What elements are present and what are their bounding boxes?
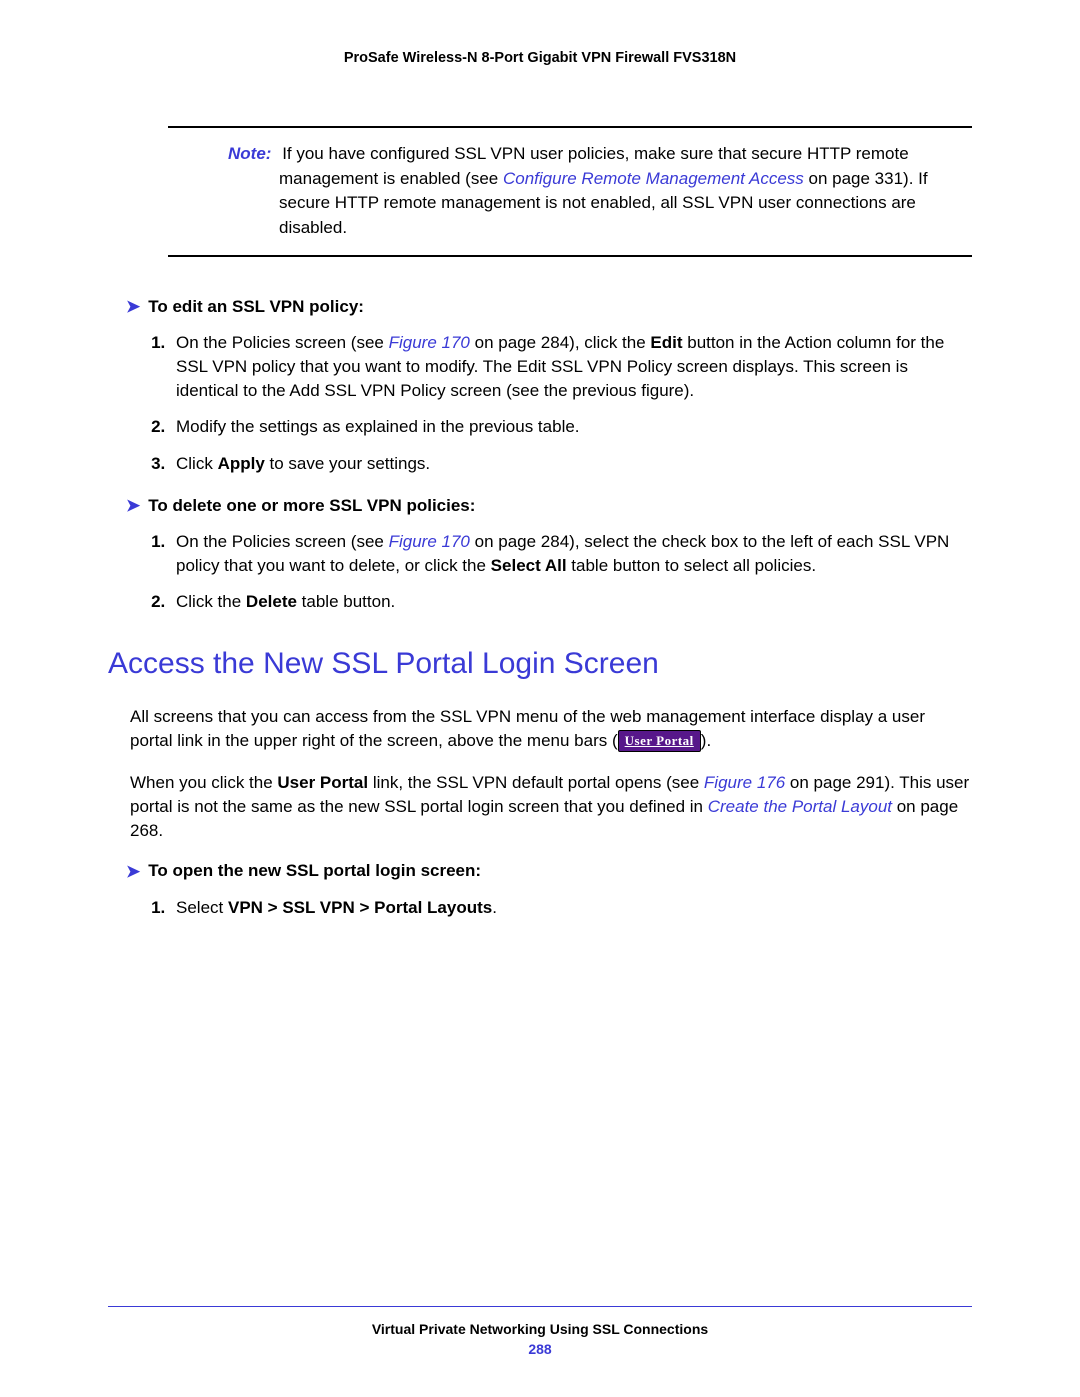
note-label: Note: bbox=[224, 144, 277, 163]
procedure-heading-edit-text: To edit an SSL VPN policy: bbox=[148, 297, 364, 316]
link-figure-170-b[interactable]: Figure 170 bbox=[389, 532, 470, 551]
link-configure-remote-management[interactable]: Configure Remote Management Access bbox=[503, 169, 804, 188]
arrow-icon: ➤ bbox=[126, 297, 148, 317]
paragraph-1: All screens that you can access from the… bbox=[130, 705, 972, 753]
steps-delete: On the Policies screen (see Figure 170 o… bbox=[170, 530, 972, 614]
paragraph-2: When you click the User Portal link, the… bbox=[130, 771, 972, 843]
link-create-portal-layout[interactable]: Create the Portal Layout bbox=[708, 797, 892, 816]
link-figure-176[interactable]: Figure 176 bbox=[704, 773, 785, 792]
footer-page-number: 288 bbox=[108, 1341, 972, 1357]
footer-chapter: Virtual Private Networking Using SSL Con… bbox=[108, 1321, 972, 1337]
link-figure-170-a[interactable]: Figure 170 bbox=[389, 333, 470, 352]
steps-edit: On the Policies screen (see Figure 170 o… bbox=[170, 331, 972, 476]
procedure-heading-delete-text: To delete one or more SSL VPN policies: bbox=[148, 496, 475, 515]
document-page: ProSafe Wireless-N 8-Port Gigabit VPN Fi… bbox=[0, 0, 1080, 1397]
step-edit-2: Modify the settings as explained in the … bbox=[170, 415, 972, 439]
user-portal-badge: User Portal bbox=[618, 730, 701, 752]
step-delete-1: On the Policies screen (see Figure 170 o… bbox=[170, 530, 972, 578]
procedure-heading-edit: ➤To edit an SSL VPN policy: bbox=[126, 297, 972, 318]
step-edit-3: Click Apply to save your settings. bbox=[170, 452, 972, 476]
steps-open: Select VPN > SSL VPN > Portal Layouts. bbox=[170, 896, 972, 920]
procedure-heading-open-text: To open the new SSL portal login screen: bbox=[148, 861, 481, 880]
page-footer: Virtual Private Networking Using SSL Con… bbox=[108, 1306, 972, 1357]
section-heading: Access the New SSL Portal Login Screen bbox=[108, 647, 972, 681]
step-delete-2: Click the Delete table button. bbox=[170, 590, 972, 614]
procedure-heading-delete: ➤To delete one or more SSL VPN policies: bbox=[126, 496, 972, 517]
procedure-heading-open: ➤To open the new SSL portal login screen… bbox=[126, 861, 972, 882]
arrow-icon: ➤ bbox=[126, 496, 148, 516]
step-edit-1: On the Policies screen (see Figure 170 o… bbox=[170, 331, 972, 403]
arrow-icon: ➤ bbox=[126, 862, 148, 882]
page-header-title: ProSafe Wireless-N 8-Port Gigabit VPN Fi… bbox=[108, 50, 972, 66]
step-open-1: Select VPN > SSL VPN > Portal Layouts. bbox=[170, 896, 972, 920]
note-box: Note: If you have configured SSL VPN use… bbox=[168, 126, 972, 257]
